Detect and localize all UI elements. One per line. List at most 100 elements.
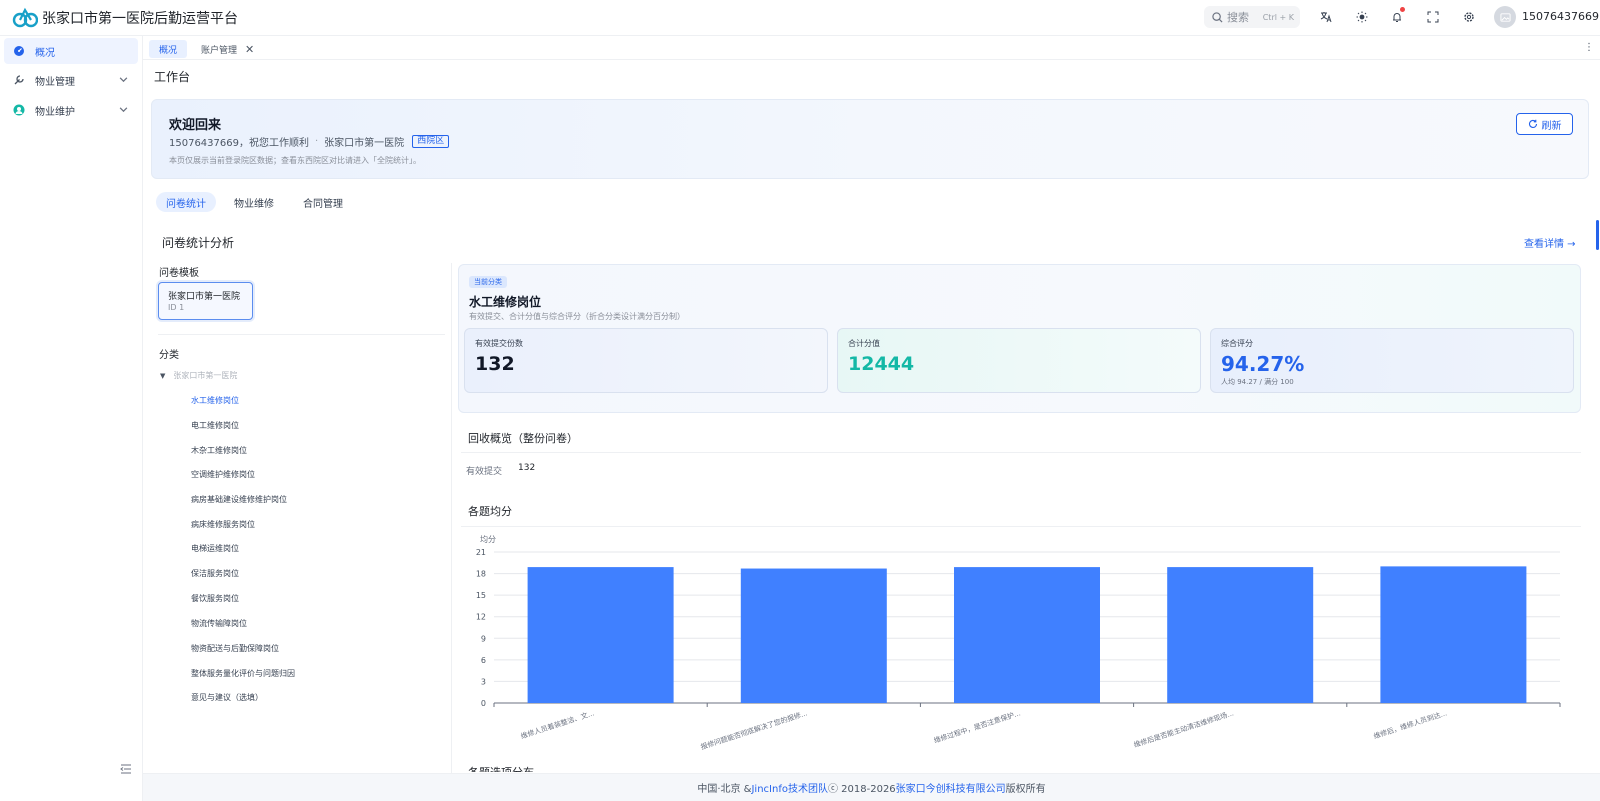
tree-item[interactable]: 意见与建议（选填）	[191, 692, 263, 703]
footer-prefix: 中国·北京 &	[697, 784, 752, 795]
translate-icon[interactable]	[1318, 9, 1334, 25]
divider	[461, 452, 1581, 453]
stat-overall-score: 综合评分 94.27% 人均 94.27 / 满分 100	[1210, 328, 1574, 393]
tree-item[interactable]: 物流传输障岗位	[191, 618, 247, 629]
y-tick-label: 18	[476, 570, 486, 579]
avg-score-title: 各题均分	[468, 505, 512, 518]
sidebar: 概况 物业管理 物业维护	[0, 36, 143, 801]
refresh-label: 刷新	[1541, 120, 1562, 132]
tree-item[interactable]: 电工维修岗位	[191, 420, 239, 431]
username-label: 15076437669	[1522, 10, 1599, 23]
x-tick-label: 报修问题能否彻底解决了您的报修...	[699, 708, 808, 750]
search-label: 搜索	[1227, 11, 1249, 24]
scrollbar-thumb[interactable]	[1596, 220, 1599, 250]
stat-value: 12444	[848, 353, 915, 375]
avg-score-bar-chart: 均分 0 3 6 9 12 15 18 21 维修人员着装整洁、文... 报修问题能否彻底解决了您的…	[476, 534, 1561, 750]
template-card[interactable]: 张家口市第一医院 ID 1	[158, 282, 253, 320]
tab-label: 物业维修	[234, 198, 274, 210]
footer-copyright: ⓒ 2018-2026	[827, 784, 896, 795]
category-label: 分类	[159, 350, 179, 361]
close-icon[interactable]: ✕	[245, 43, 254, 56]
search-input[interactable]: 搜索 Ctrl + K	[1204, 6, 1300, 28]
caret-down-icon[interactable]: ▼	[160, 372, 165, 380]
tree-item[interactable]: 整体服务量化评价与问题归因	[191, 668, 295, 679]
dashboard-icon	[13, 45, 25, 57]
app-logo-icon	[12, 7, 38, 28]
y-tick-label: 6	[481, 656, 486, 665]
tab-label: 账户管理	[201, 45, 238, 56]
tree-item[interactable]: 保洁服务岗位	[191, 568, 239, 579]
welcome-card: 欢迎回来 15076437669，祝您工作顺利 · 张家口市第一医院 西院区 本…	[151, 99, 1589, 179]
sidebar-item-label: 物业管理	[35, 76, 75, 88]
refresh-button[interactable]: 刷新	[1516, 113, 1573, 135]
tab-label: 概况	[159, 45, 178, 56]
option-distribution-title: 各题选项分布	[468, 764, 534, 772]
sidebar-item-property-management[interactable]: 物业管理	[4, 67, 138, 93]
panel-divider	[451, 263, 452, 773]
tree-item[interactable]: 电梯运维岗位	[191, 543, 239, 554]
y-tick-label: 9	[481, 634, 486, 643]
user-menu[interactable]: 15076437669	[1522, 10, 1600, 23]
tab-contract-management[interactable]: 合同管理	[293, 192, 353, 212]
wrench-icon	[13, 74, 25, 86]
tree-item[interactable]: 水工维修岗位	[191, 395, 239, 406]
theme-sun-icon[interactable]	[1354, 9, 1370, 25]
sidebar-item-property-maintenance[interactable]: 物业维护	[4, 97, 138, 123]
bar	[527, 567, 674, 703]
bell-icon[interactable]	[1389, 7, 1405, 25]
footer-suffix: 版权所有	[1005, 784, 1046, 795]
sidebar-item-label: 物业维护	[35, 106, 75, 118]
tab-bar: 概况 账户管理 ✕ ⋮	[143, 36, 1600, 60]
template-id: ID 1	[168, 303, 185, 312]
category-desc: 有效提交、合计分值与综合评分（折合分类设计满分百分制）	[469, 312, 685, 321]
tab-survey-stats[interactable]: 问卷统计	[156, 192, 216, 212]
chevron-down-icon	[119, 77, 128, 83]
x-tick-label: 维修后，维修人员到达...	[1372, 708, 1448, 740]
separator-dot: ·	[315, 136, 319, 147]
stat-submissions: 有效提交份数 132	[464, 328, 828, 393]
template-label: 问卷模板	[159, 268, 199, 279]
collapse-sidebar-icon[interactable]	[120, 763, 132, 775]
maintenance-icon	[13, 104, 25, 116]
recovery-value: 132	[518, 463, 536, 473]
avatar[interactable]	[1494, 6, 1516, 28]
scrollbar[interactable]	[1594, 60, 1600, 773]
x-tick-label: 维修过程中，是否注意保护...	[933, 708, 1022, 745]
top-header: 张家口市第一医院后勤运营平台 搜索 Ctrl + K 15076437669	[0, 0, 1600, 36]
tree-root[interactable]: ▼ 张家口市第一医院	[160, 370, 237, 381]
avatar-image-icon	[1499, 12, 1511, 22]
welcome-note: 本页仅展示当前登录院区数据；查看东西院区对比请进入「全院统计」。	[169, 156, 421, 165]
divider	[461, 526, 1581, 527]
view-details-link[interactable]: 查看详情 →	[1524, 235, 1576, 250]
tree-item[interactable]: 空调维护维修岗位	[191, 469, 255, 480]
tree-item[interactable]: 病房基础建设维修维护岗位	[191, 494, 287, 505]
chevron-down-icon	[119, 107, 128, 113]
tab-property-repair[interactable]: 物业维修	[224, 192, 284, 212]
tab-overview[interactable]: 概况	[149, 40, 188, 58]
fullscreen-icon[interactable]	[1425, 9, 1441, 25]
footer-company-link[interactable]: 张家口今创科技有限公司	[896, 780, 1006, 795]
tree-item[interactable]: 物资配送与后勤保障岗位	[191, 643, 279, 654]
settings-gear-icon[interactable]	[1461, 9, 1477, 25]
footer: 中国·北京 & JincInfo技术团队 ⓒ 2018-2026 张家口今创科技…	[143, 773, 1600, 801]
tree-item[interactable]: 餐饮服务岗位	[191, 593, 239, 604]
x-tick-label: 维修后是否能主动清洁维修现场...	[1132, 708, 1234, 749]
footer-team-link[interactable]: JincInfo技术团队	[751, 780, 828, 795]
welcome-info: 15076437669，祝您工作顺利 · 张家口市第一医院 西院区	[169, 134, 450, 149]
template-name: 张家口市第一医院	[168, 292, 241, 302]
y-tick-label: 0	[481, 699, 486, 708]
more-vertical-icon[interactable]: ⋮	[1584, 42, 1594, 53]
analysis-title: 问卷统计分析	[162, 236, 235, 250]
search-icon	[1212, 11, 1223, 23]
tree-item[interactable]: 木杂工维修岗位	[191, 445, 247, 456]
sidebar-item-overview[interactable]: 概况	[4, 38, 138, 64]
stat-sub: 人均 94.27 / 满分 100	[1221, 378, 1294, 386]
notification-dot	[1400, 7, 1405, 12]
tree-item[interactable]: 病床维修服务岗位	[191, 519, 255, 530]
stat-label: 综合评分	[1221, 339, 1253, 348]
x-tick-label: 维修人员着装整洁、文...	[520, 708, 596, 740]
bar	[1380, 566, 1527, 703]
y-tick-label: 3	[481, 677, 486, 686]
stat-label: 有效提交份数	[475, 339, 523, 348]
tab-account-management[interactable]: 账户管理 ✕	[191, 40, 264, 58]
